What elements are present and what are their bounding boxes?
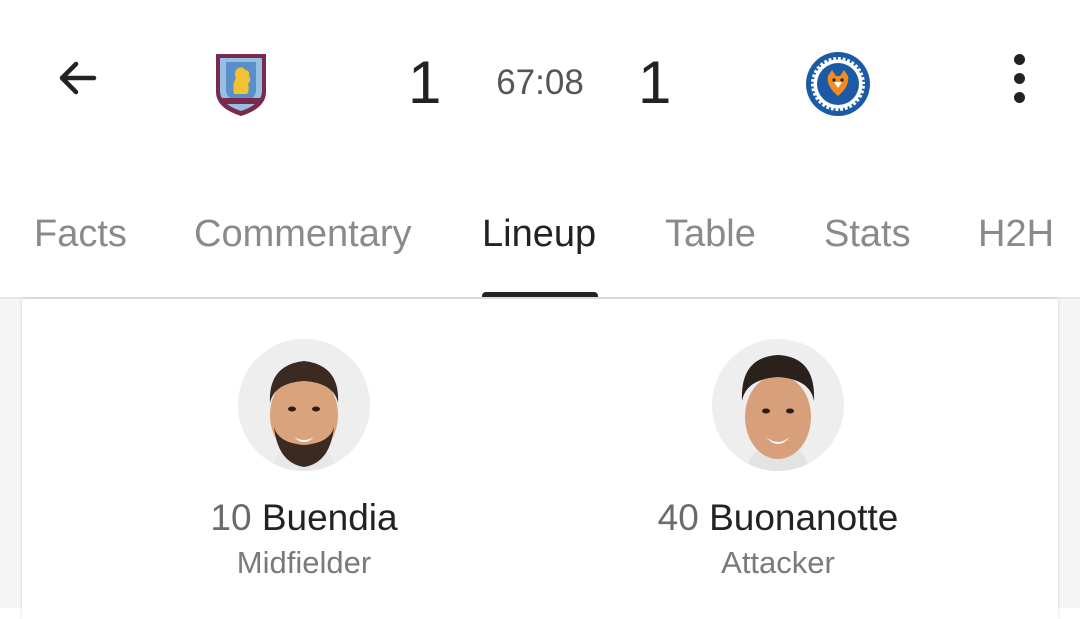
home-score: 1 [408, 49, 442, 116]
player-card[interactable]: 40 Buonanotte Attacker [578, 339, 978, 581]
leicester-city-crest-icon [806, 52, 870, 116]
match-tabs: Facts Commentary Lineup Table Stats H2H [0, 200, 1080, 300]
more-vertical-icon-dot [1013, 91, 1025, 103]
player-name: Buendia [261, 497, 398, 538]
player-card[interactable]: 10 Buendia Midfielder [104, 339, 504, 581]
player-number: 40 [657, 497, 699, 538]
tab-facts[interactable]: Facts [34, 212, 127, 256]
match-header: 1 67:08 1 [0, 0, 1080, 170]
home-team-crest[interactable] [212, 48, 270, 118]
lineup-card: 10 Buendia Midfielder 40 Buonanotte Atta… [22, 299, 1058, 619]
away-score: 1 [638, 49, 672, 116]
player-position: Midfielder [236, 545, 372, 580]
aston-villa-crest-icon [216, 54, 266, 116]
back-button[interactable] [48, 50, 108, 106]
player-avatar [712, 339, 844, 471]
player-photo-icon [238, 339, 370, 471]
tab-h2h[interactable]: H2H [978, 212, 1054, 256]
tab-lineup[interactable]: Lineup [482, 212, 596, 256]
more-options-button[interactable] [998, 50, 1040, 106]
player-position: Attacker [721, 545, 835, 580]
match-clock: 67:08 [496, 63, 584, 102]
more-vertical-icon-dot [1013, 72, 1025, 84]
player-name: Buonanotte [709, 497, 899, 538]
away-team-crest[interactable] [804, 50, 872, 118]
tab-table[interactable]: Table [665, 212, 756, 256]
player-number: 10 [210, 497, 252, 538]
player-avatar [238, 339, 370, 471]
tab-commentary[interactable]: Commentary [194, 212, 412, 256]
arrow-left-icon [59, 61, 97, 95]
more-vertical-icon-dot [1013, 53, 1025, 65]
player-photo-icon [712, 339, 844, 471]
tab-stats[interactable]: Stats [824, 212, 911, 256]
